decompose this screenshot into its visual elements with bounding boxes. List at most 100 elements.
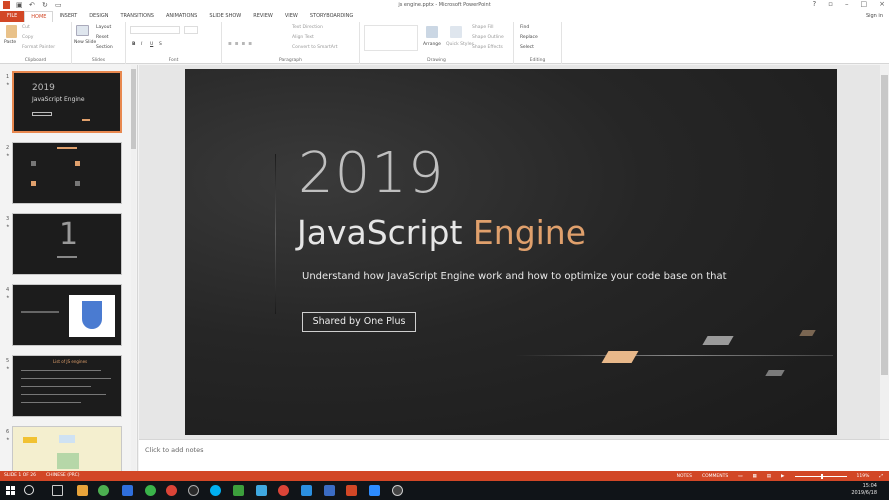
wechat-icon[interactable]: [98, 485, 109, 496]
app-icon[interactable]: [256, 485, 267, 496]
maximize-icon[interactable]: □: [861, 0, 868, 8]
app-icon[interactable]: [324, 485, 335, 496]
slide-subtitle[interactable]: Understand how JavaScript Engine work an…: [302, 271, 727, 282]
zoom-level[interactable]: 119%: [857, 474, 870, 479]
help-icon[interactable]: ?: [813, 0, 817, 8]
arrange-button[interactable]: Arrange: [423, 42, 441, 47]
vscode-icon[interactable]: [301, 485, 312, 496]
slide-thumbnail-6[interactable]: [12, 426, 122, 471]
layout-button[interactable]: Layout: [96, 25, 111, 30]
shape-fill-button[interactable]: Shape Fill: [472, 25, 494, 30]
tab-view[interactable]: VIEW: [279, 11, 304, 22]
new-slide-button[interactable]: New Slide: [74, 40, 96, 45]
tab-storyboarding[interactable]: STORYBOARDING: [304, 11, 359, 22]
chrome-icon[interactable]: [166, 485, 177, 496]
slide-thumbnail-3[interactable]: 1: [12, 213, 122, 275]
skype-icon[interactable]: [210, 485, 221, 496]
slideshow-icon[interactable]: ▶: [781, 474, 784, 479]
slide-year[interactable]: 2019: [298, 141, 445, 206]
notes-pane[interactable]: Click to add notes: [139, 439, 889, 471]
editor-scrollbar[interactable]: [880, 65, 889, 439]
slide-thumbnail-4[interactable]: [12, 284, 122, 346]
align-icons[interactable]: ≡≡≡≡: [228, 42, 255, 47]
text-direction-button[interactable]: Text Direction: [292, 25, 323, 30]
zoom-slider-handle[interactable]: [820, 473, 823, 479]
slide-sorter-icon[interactable]: ▦: [753, 474, 757, 479]
slide-thumbnail-1[interactable]: 2019 JavaScript Engine: [12, 71, 122, 133]
cut-button[interactable]: Cut: [22, 25, 30, 30]
slide-thumbnail-5[interactable]: List of JS engines: [12, 355, 122, 417]
decorative-parallelogram[interactable]: [601, 351, 639, 363]
windows-start-icon[interactable]: [6, 486, 15, 495]
shape-outline-button[interactable]: Shape Outline: [472, 35, 504, 40]
replace-button[interactable]: Replace: [520, 35, 538, 40]
tab-slide-show[interactable]: SLIDE SHOW: [203, 11, 247, 22]
tab-transitions[interactable]: TRANSITIONS: [114, 11, 160, 22]
current-slide[interactable]: 2019 JavaScript Engine Understand how Ja…: [185, 69, 837, 435]
decorative-parallelogram[interactable]: [765, 370, 785, 376]
paste-button[interactable]: Paste: [4, 40, 16, 45]
slide-shared-by-box[interactable]: Shared by One Plus: [302, 312, 416, 332]
system-clock[interactable]: 15:04 2019/6/18: [851, 483, 877, 497]
language-indicator[interactable]: CHINESE (PRC): [46, 473, 79, 478]
new-slide-icon[interactable]: [76, 25, 89, 36]
paste-icon[interactable]: [6, 25, 17, 38]
animation-star-icon: ★: [6, 223, 10, 228]
comments-button[interactable]: COMMENTS: [702, 474, 728, 479]
minimize-icon[interactable]: –: [845, 0, 849, 8]
slide-thumbnail-2[interactable]: [12, 142, 122, 204]
thumb-accent-shape: [82, 119, 90, 121]
align-text-button[interactable]: Align Text: [292, 35, 314, 40]
font-name-dropdown[interactable]: [130, 26, 180, 34]
wechat-app-icon[interactable]: [145, 485, 156, 496]
decorative-parallelogram[interactable]: [702, 336, 734, 345]
quick-styles-icon[interactable]: [450, 26, 462, 38]
section-button[interactable]: Section: [96, 45, 113, 50]
file-explorer-icon[interactable]: [77, 485, 88, 496]
thumb-title: JavaScript Engine: [32, 96, 85, 103]
app-icon[interactable]: [188, 485, 199, 496]
app-icon[interactable]: [233, 485, 244, 496]
reset-button[interactable]: Reset: [96, 35, 109, 40]
tab-design[interactable]: DESIGN: [83, 11, 114, 22]
restore-ribbon-icon[interactable]: ▫: [828, 0, 833, 8]
font-size-dropdown[interactable]: [184, 26, 198, 34]
close-icon[interactable]: ×: [879, 0, 885, 8]
chrome-icon[interactable]: [278, 485, 289, 496]
app-icon[interactable]: [392, 485, 403, 496]
convert-smartart-button[interactable]: Convert to SmartArt: [292, 45, 337, 50]
copy-button[interactable]: Copy: [22, 35, 33, 40]
app-icon[interactable]: [122, 485, 133, 496]
zoom-slider[interactable]: [794, 473, 847, 479]
find-button[interactable]: Find: [520, 25, 529, 30]
underline-icon[interactable]: U: [150, 42, 153, 47]
powerpoint-icon[interactable]: [346, 485, 357, 496]
shape-effects-button[interactable]: Shape Effects: [472, 45, 503, 50]
strikethrough-icon[interactable]: S: [159, 42, 162, 47]
normal-view-icon[interactable]: ▭: [738, 474, 742, 479]
slide-title[interactable]: JavaScript Engine: [297, 213, 586, 252]
tab-home[interactable]: HOME: [24, 11, 54, 22]
select-button[interactable]: Select: [520, 45, 534, 50]
scrollbar-thumb[interactable]: [881, 75, 888, 375]
italic-icon[interactable]: I: [141, 42, 142, 47]
search-icon[interactable]: [24, 485, 34, 495]
thumbnails-scrollbar[interactable]: [131, 65, 136, 471]
reading-view-icon[interactable]: ▤: [767, 474, 771, 479]
tab-review[interactable]: REVIEW: [247, 11, 279, 22]
decorative-parallelogram[interactable]: [799, 330, 816, 336]
notes-button[interactable]: NOTES: [677, 474, 692, 479]
fit-to-window-icon[interactable]: ⤢: [879, 473, 883, 479]
tab-file[interactable]: FILE: [0, 11, 25, 22]
quick-styles-button[interactable]: Quick Styles: [446, 42, 474, 47]
zoom-icon[interactable]: [369, 485, 380, 496]
format-painter-button[interactable]: Format Painter: [22, 45, 55, 50]
bold-icon[interactable]: B: [132, 42, 135, 47]
tab-animations[interactable]: ANIMATIONS: [160, 11, 203, 22]
tab-insert[interactable]: INSERT: [53, 11, 83, 22]
task-view-icon[interactable]: [52, 485, 63, 496]
arrange-icon[interactable]: [426, 26, 438, 38]
sign-in-link[interactable]: Sign in: [866, 11, 883, 22]
shapes-gallery[interactable]: [364, 25, 418, 51]
scrollbar-thumb[interactable]: [131, 69, 136, 149]
